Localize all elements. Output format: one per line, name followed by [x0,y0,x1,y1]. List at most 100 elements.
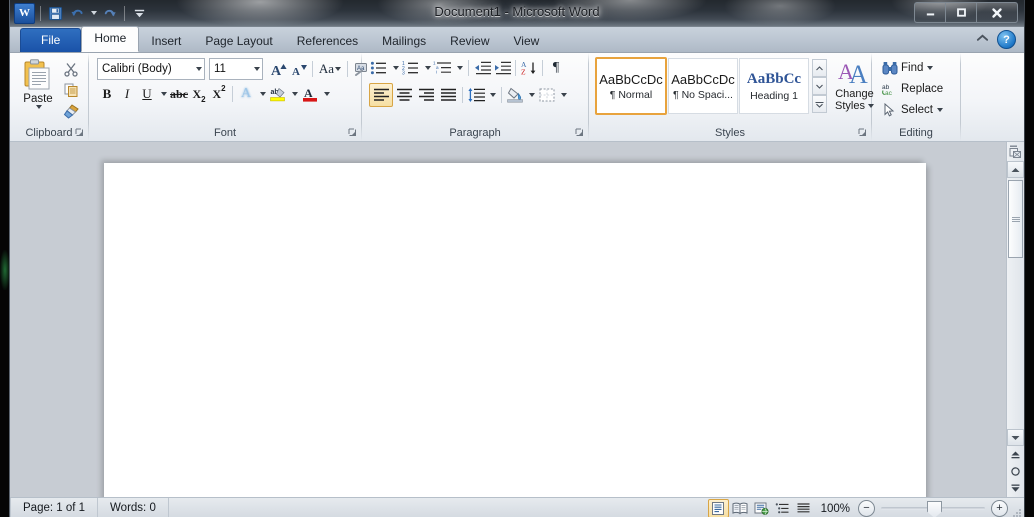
web-layout-view-button[interactable] [752,500,771,517]
close-button[interactable] [976,2,1018,23]
show-formatting-marks-button[interactable]: ¶ [546,58,566,78]
cut-button[interactable] [61,59,81,79]
grow-font-button[interactable]: A [269,59,289,79]
font-color-dropdown-icon[interactable] [320,84,332,104]
sort-button[interactable]: A Z [519,58,539,78]
change-styles-button[interactable]: A A Change Styles [835,57,874,112]
maximize-button[interactable] [945,2,976,23]
undo-dropdown-icon[interactable] [91,11,97,15]
style-item-normal[interactable]: AaBbCcDc ¶ Normal [595,57,667,115]
justify-button[interactable] [437,84,459,106]
numbering-dropdown-icon[interactable] [421,58,433,78]
tab-references[interactable]: References [285,30,370,52]
find-dropdown-icon[interactable] [927,66,934,70]
tab-file[interactable]: File [20,28,82,52]
zoom-slider-thumb[interactable] [927,501,942,517]
styles-dialog-launcher[interactable] [857,127,868,138]
draft-view-button[interactable] [794,500,813,517]
bold-button[interactable]: B [97,84,117,104]
shrink-font-button[interactable]: A [289,59,309,79]
zoom-slider[interactable] [881,501,985,517]
scroll-up-button[interactable] [1007,161,1024,178]
style-item-no-spacing[interactable]: AaBbCcDc ¶ No Spaci... [668,58,738,114]
align-right-button[interactable] [415,84,437,106]
font-size-combo[interactable]: 11 [209,58,263,80]
line-spacing-button[interactable] [466,85,486,105]
styles-more-button[interactable] [812,95,827,113]
line-spacing-dropdown-icon[interactable] [486,85,498,105]
multilevel-list-dropdown-icon[interactable] [453,58,465,78]
text-effects-button[interactable]: A [236,84,256,104]
resize-grip-icon[interactable] [1010,506,1022,517]
paste-dropdown-icon[interactable] [35,105,42,109]
word-icon[interactable]: W [14,2,35,24]
status-words[interactable]: Words: 0 [98,498,169,517]
increase-indent-button[interactable] [492,58,512,78]
font-dialog-launcher[interactable] [347,127,358,138]
borders-button[interactable] [537,85,557,105]
font-size-dropdown-icon[interactable] [254,67,260,71]
zoom-level-label[interactable]: 100% [821,503,850,515]
find-button[interactable]: Find [879,58,936,78]
minimize-ribbon-icon[interactable] [976,33,989,46]
next-page-button[interactable] [1007,480,1024,497]
shading-dropdown-icon[interactable] [525,85,537,105]
tab-review[interactable]: Review [438,30,501,52]
scroll-down-button[interactable] [1007,429,1024,446]
subscript-button[interactable]: X2 [189,84,209,105]
tab-home[interactable]: Home [81,26,140,52]
bullets-button[interactable] [369,58,389,78]
strikethrough-button[interactable]: abc [169,84,189,104]
align-left-button[interactable] [369,83,393,107]
decrease-indent-button[interactable] [472,58,492,78]
bullets-dropdown-icon[interactable] [389,58,401,78]
document-page[interactable] [104,163,926,497]
tab-insert[interactable]: Insert [139,30,193,52]
align-center-button[interactable] [393,84,415,106]
change-case-dropdown-icon[interactable] [335,67,342,71]
highlight-dropdown-icon[interactable] [288,84,300,104]
paragraph-dialog-launcher[interactable] [574,127,585,138]
customize-qat-icon[interactable] [130,4,149,23]
undo-icon[interactable] [68,4,87,23]
multilevel-list-button[interactable]: 1ai [433,58,453,78]
select-button[interactable]: Select [879,100,946,120]
copy-button[interactable] [61,80,81,100]
highlight-button[interactable]: ab [268,84,288,104]
borders-dropdown-icon[interactable] [557,85,569,105]
zoom-in-button[interactable]: + [991,500,1008,517]
font-name-combo[interactable]: Calibri (Body) [97,58,205,80]
vertical-scrollbar[interactable] [1006,142,1024,497]
tab-view[interactable]: View [502,30,552,52]
tab-page-layout[interactable]: Page Layout [193,30,284,52]
shading-button[interactable] [505,85,525,105]
replace-button[interactable]: ab ac Replace [879,79,946,99]
superscript-button[interactable]: X2 [209,84,229,104]
previous-page-button[interactable] [1007,446,1024,463]
style-item-heading-1[interactable]: AaBbCс Heading 1 [739,58,809,114]
redo-icon[interactable] [100,4,119,23]
scroll-thumb[interactable] [1008,180,1023,258]
underline-button[interactable]: U [137,84,157,104]
minimize-button[interactable] [914,2,945,23]
print-layout-view-button[interactable] [707,499,729,517]
font-name-dropdown-icon[interactable] [196,67,202,71]
select-dropdown-icon[interactable] [936,108,943,112]
zoom-out-button[interactable]: − [858,500,875,517]
save-icon[interactable] [46,4,65,23]
tab-mailings[interactable]: Mailings [370,30,438,52]
outline-view-button[interactable] [773,500,792,517]
change-case-button[interactable]: Aa [316,59,344,79]
italic-button[interactable]: I [117,84,137,104]
format-painter-button[interactable] [61,101,81,121]
styles-scroll-up-button[interactable] [812,59,827,77]
underline-dropdown-icon[interactable] [157,84,169,104]
text-effects-dropdown-icon[interactable] [256,84,268,104]
paste-button[interactable]: Paste [15,57,61,109]
font-color-button[interactable]: A [300,84,320,104]
clipboard-dialog-launcher[interactable] [74,127,85,138]
numbering-button[interactable]: 123 [401,58,421,78]
select-browse-object-button[interactable] [1007,463,1024,480]
help-button[interactable]: ? [997,30,1016,49]
styles-scroll-down-button[interactable] [812,77,827,95]
